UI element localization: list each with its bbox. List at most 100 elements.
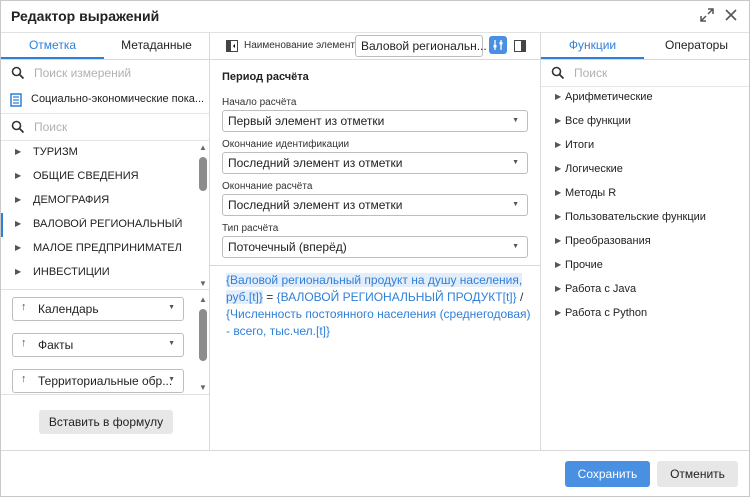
scroll-thumb[interactable] (199, 157, 207, 191)
document-icon (10, 93, 22, 107)
tree-search[interactable]: Поиск (1, 114, 209, 140)
tab-mark[interactable]: Отметка (1, 33, 104, 59)
cancel-button[interactable]: Отменить (657, 461, 738, 487)
caret-right-icon: ▶ (555, 140, 562, 149)
start-select[interactable]: Первый элемент из отметки ▼ (222, 110, 528, 132)
function-group-label: Работа с Python (565, 307, 648, 319)
section-title: Период расчёта (222, 71, 309, 83)
arrow-up-icon: ↑ (21, 301, 27, 313)
select-value: Поточечный (вперёд) (228, 240, 347, 254)
function-group[interactable]: ▶ Все функции (541, 110, 749, 134)
close-icon[interactable] (723, 8, 739, 24)
scroll-up-icon[interactable]: ▲ (198, 295, 208, 305)
field-label: Тип расчёта (222, 223, 279, 234)
element-toolbar: Наименование элемента: Валовой региональ… (210, 33, 540, 60)
tree-item-selected[interactable]: ▶ ВАЛОВОЙ РЕГИОНАЛЬНЫЙ ... (1, 213, 199, 237)
caret-right-icon: ▶ (555, 284, 562, 293)
tree-item[interactable]: ▶ ТУРИЗМ (1, 141, 197, 165)
search-icon (11, 66, 25, 80)
chevron-down-icon[interactable]: ▼ (168, 304, 175, 311)
tree-item-label: ОБЩИЕ СВЕДЕНИЯ (33, 170, 139, 182)
source-row[interactable]: Социально-экономические пока... (1, 87, 209, 114)
dimension-chip[interactable]: ↑ Территориальные обр... ▼ (12, 369, 184, 393)
scroll-up-icon[interactable]: ▲ (198, 143, 208, 153)
tree-search-placeholder: Поиск (34, 120, 68, 134)
function-group[interactable]: ▶ Работа с Java (541, 278, 749, 302)
measures-search-placeholder: Поиск измерений (34, 66, 132, 80)
field-label: Окончание идентификации (222, 139, 350, 150)
tree-item-label: ВАЛОВОЙ РЕГИОНАЛЬНЫЙ ... (33, 218, 183, 230)
function-group[interactable]: ▶ Арифметические (541, 86, 749, 110)
insert-into-formula-button[interactable]: Вставить в формулу (39, 410, 173, 434)
tree-item[interactable]: ▶ МАЛОЕ ПРЕДПРИНИМАТЕЛ... (1, 237, 197, 261)
right-panel: Функции Операторы Поиск ▶ Арифметические … (541, 33, 749, 450)
save-button[interactable]: Сохранить (565, 461, 650, 487)
dimension-chip[interactable]: ↑ Календарь ▼ (12, 297, 184, 321)
panel-left-icon[interactable] (226, 40, 238, 52)
caret-right-icon: ▶ (555, 188, 562, 197)
functions-search[interactable]: Поиск (541, 60, 749, 86)
divider (1, 394, 209, 395)
function-group[interactable]: ▶ Пользовательские функции (541, 206, 749, 230)
calc-type-select[interactable]: Поточечный (вперёд) ▼ (222, 236, 528, 258)
formula-editor[interactable]: {Валовой региональный продукт на душу на… (226, 272, 536, 340)
scroll-thumb[interactable] (199, 309, 207, 361)
tab-operators[interactable]: Операторы (644, 33, 749, 58)
tree-scrollbar[interactable]: ▲ ▼ (198, 143, 208, 289)
function-group-label: Пользовательские функции (565, 211, 706, 223)
chevron-down-icon[interactable]: ▼ (168, 376, 175, 383)
left-tabs: Отметка Метаданные (1, 33, 209, 60)
tab-metadata[interactable]: Метаданные (104, 33, 209, 58)
arrow-up-icon: ↑ (21, 337, 27, 349)
function-group[interactable]: ▶ Прочие (541, 254, 749, 278)
expand-icon[interactable] (699, 8, 715, 24)
middle-panel: Наименование элемента: Валовой региональ… (210, 33, 541, 450)
tree-item-label: МАЛОЕ ПРЕДПРИНИМАТЕЛ... (33, 242, 183, 254)
divider (1, 289, 209, 290)
element-name-label: Наименование элемента: (244, 40, 364, 51)
measures-search[interactable]: Поиск измерений (1, 60, 209, 86)
tree-item[interactable]: ▶ ИНВЕСТИЦИИ (1, 261, 197, 285)
function-group[interactable]: ▶ Методы R (541, 182, 749, 206)
dimensions-scrollbar[interactable]: ▲ ▼ (198, 295, 208, 393)
tree-item-label: ИНВЕСТИЦИИ (33, 266, 110, 278)
function-group-label: Методы R (565, 187, 617, 199)
tab-functions[interactable]: Функции (541, 33, 644, 59)
dimension-chip[interactable]: ↑ Факты ▼ (12, 333, 184, 357)
function-group-label: Итоги (565, 139, 595, 151)
function-group[interactable]: ▶ Преобразования (541, 230, 749, 254)
select-value: Последний элемент из отметки (228, 156, 403, 170)
function-group[interactable]: ▶ Итоги (541, 134, 749, 158)
dialog-footer: Сохранить Отменить (1, 450, 749, 496)
sliders-icon (493, 40, 503, 50)
tree-item[interactable]: ▶ ДЕМОГРАФИЯ (1, 189, 197, 213)
caret-right-icon: ▶ (555, 236, 562, 245)
formula-operand[interactable]: {ВАЛОВОЙ РЕГИОНАЛЬНЫЙ ПРОДУКТ[t]} (277, 290, 517, 304)
tree-item-label: ТУРИЗМ (33, 146, 78, 158)
function-group-label: Все функции (565, 115, 631, 127)
field-label: Начало расчёта (222, 97, 297, 108)
right-tabs: Функции Операторы (541, 33, 749, 60)
panel-right-icon[interactable] (514, 40, 526, 52)
caret-right-icon: ▶ (555, 260, 562, 269)
scroll-down-icon[interactable]: ▼ (198, 383, 208, 393)
formula-operand[interactable]: {Численность постоянного населения (сред… (226, 307, 531, 338)
title-bar: Редактор выражений (1, 1, 749, 33)
identification-end-select[interactable]: Последний элемент из отметки ▼ (222, 152, 528, 174)
element-name-input[interactable]: Валовой региональн... (355, 35, 487, 57)
end-select[interactable]: Последний элемент из отметки ▼ (222, 194, 528, 216)
chevron-down-icon: ▼ (512, 243, 519, 250)
dimension-chip-label: Территориальные обр... (38, 374, 173, 388)
select-value: Последний элемент из отметки (228, 198, 403, 212)
tree-item-label: ДЕМОГРАФИЯ (33, 194, 110, 206)
settings-toggle-button[interactable] (489, 36, 507, 54)
function-group[interactable]: ▶ Логические (541, 158, 749, 182)
select-value: Первый элемент из отметки (228, 114, 385, 128)
scroll-down-icon[interactable]: ▼ (198, 279, 208, 289)
chevron-down-icon[interactable]: ▼ (168, 340, 175, 347)
tree-item[interactable]: ▶ ОБЩИЕ СВЕДЕНИЯ (1, 165, 197, 189)
caret-right-icon: ▶ (555, 212, 562, 221)
function-group[interactable]: ▶ Работа с Python (541, 302, 749, 326)
caret-right-icon: ▶ (15, 243, 22, 252)
search-icon (551, 66, 565, 80)
